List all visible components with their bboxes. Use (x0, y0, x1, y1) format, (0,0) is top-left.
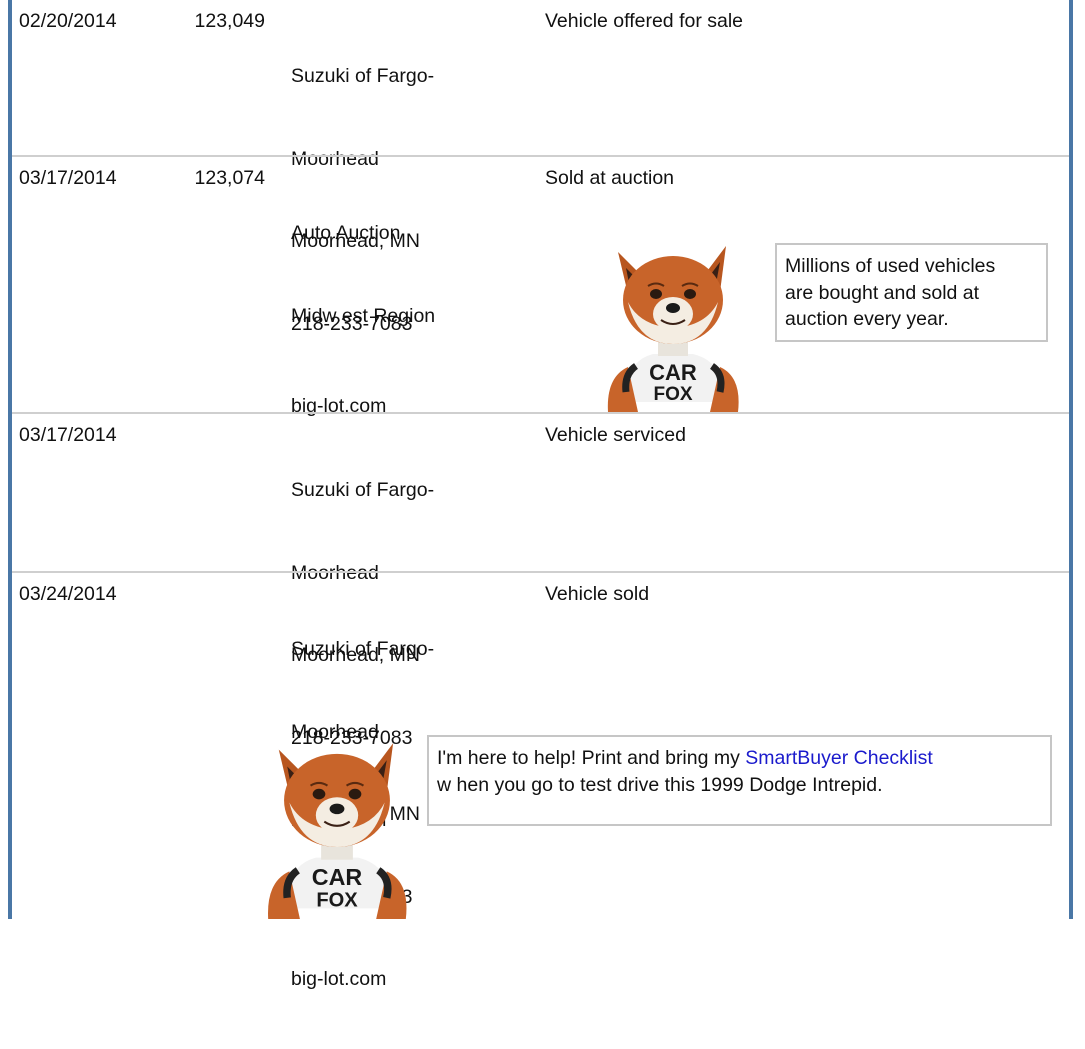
history-row: 02/20/2014 123,049 Suzuki of Fargo- Moor… (12, 0, 1069, 417)
row-comment: Sold at auction (545, 167, 675, 189)
shirt-logo-line2: FOX (316, 889, 358, 911)
source-line: Auto Auction (291, 222, 401, 244)
callout-line: Millions of used vehicles (785, 255, 996, 277)
callout-line: are bought and sold at (785, 281, 980, 304)
row-comment: Vehicle offered for sale (545, 10, 744, 32)
row-comment: Vehicle serviced (545, 424, 686, 446)
history-row: 03/24/2014 Suzuki of Fargo- Moorhead Moo… (12, 573, 1069, 990)
vehicle-history-table: 02/20/2014 123,049 Suzuki of Fargo- Moor… (12, 0, 1069, 990)
row-source: Auto Auction Midw est Region (291, 165, 435, 385)
shirt-logo-line1: CAR (649, 360, 697, 385)
source-line: big-lot.com (291, 968, 387, 990)
row-date: 03/24/2014 (19, 583, 117, 605)
shirt-logo-line1: CAR (312, 864, 363, 890)
source-line: Suzuki of Fargo- (291, 638, 435, 660)
row-date: 02/20/2014 (19, 10, 117, 32)
callout-line: I'm here to help! Print and bring my Sma… (437, 745, 1042, 772)
auction-tip-callout: Millions of used vehicles are bought and… (775, 243, 1048, 342)
source-line: Midw est Region (291, 304, 436, 327)
row-date: 03/17/2014 (19, 167, 117, 189)
source-line: Suzuki of Fargo- (291, 65, 435, 87)
row-comment: Vehicle sold (545, 583, 650, 605)
callout-text: I'm here to help! Print and bring my (437, 747, 746, 769)
smartbuyer-tip-callout: I'm here to help! Print and bring my Sma… (427, 735, 1052, 826)
carfox-mascot-icon: CAR FOX (607, 246, 739, 412)
row-odometer: 123,049 (194, 10, 266, 32)
smartbuyer-checklist-link[interactable]: SmartBuyer Checklist (745, 747, 932, 769)
source-line: Suzuki of Fargo- (291, 479, 435, 501)
callout-line: auction every year. (785, 308, 949, 330)
callout-line: w hen you go to test drive this 1999 Dod… (437, 773, 883, 796)
carfox-mascot-icon: CAR FOX (268, 743, 407, 919)
history-row: 03/17/2014 123,074 Auto Auction Midw est… (12, 157, 1069, 412)
report-frame-right (1069, 0, 1073, 919)
row-odometer: 123,074 (194, 167, 266, 189)
row-date: 03/17/2014 (19, 424, 117, 446)
shirt-logo-line2: FOX (653, 384, 692, 405)
history-row: 03/17/2014 Suzuki of Fargo- Moorhead Moo… (12, 414, 1069, 831)
